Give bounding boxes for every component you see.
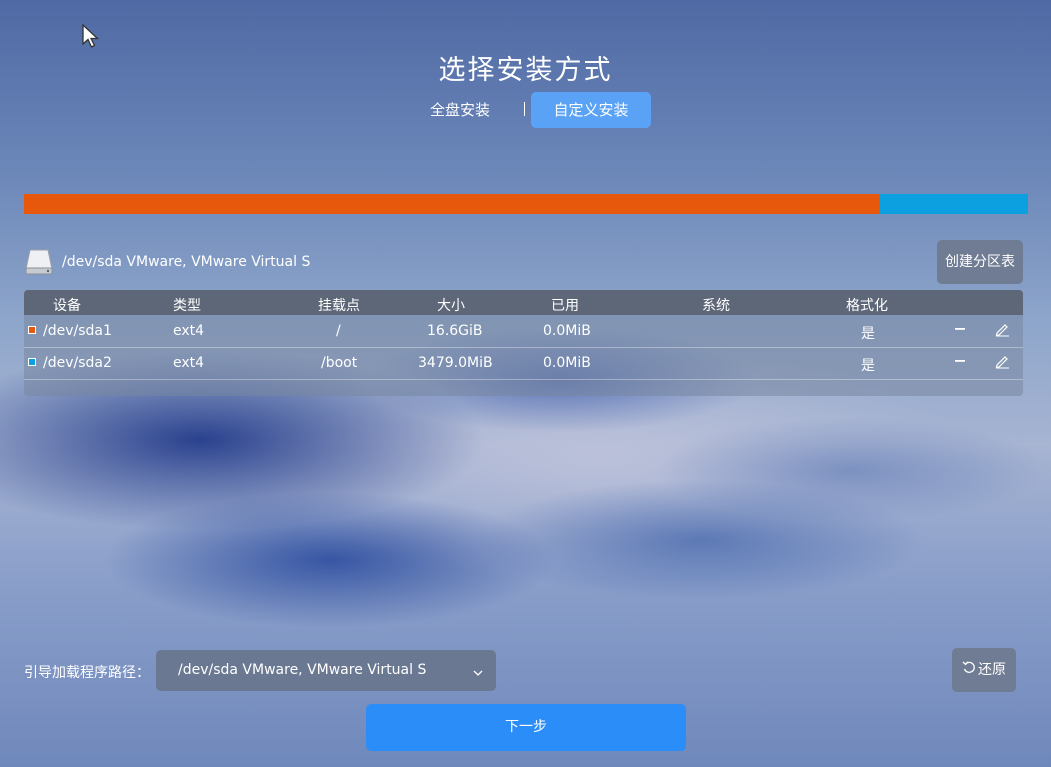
hard-disk-icon (24, 247, 54, 281)
cell-used: 0.0MiB (543, 323, 591, 339)
chevron-down-icon (472, 664, 484, 683)
bootloader-path-label: 引导加载程序路径： (24, 665, 150, 681)
create-partition-table-button[interactable]: 创建分区表 (937, 240, 1023, 284)
table-row[interactable]: /dev/sda2 ext4 /boot 3479.0MiB 0.0MiB 是 (24, 347, 1023, 380)
col-header-system: 系统 (702, 298, 730, 314)
bootloader-path-select[interactable]: /dev/sda VMware, VMware Virtual S (156, 650, 496, 691)
col-header-type: 类型 (173, 298, 201, 314)
cell-size: 3479.0MiB (418, 355, 493, 371)
usage-segment-sda2 (880, 194, 1028, 214)
cell-format: 是 (861, 326, 875, 342)
restore-button-label: 还原 (978, 662, 1006, 678)
cell-size: 16.6GiB (427, 323, 483, 339)
cell-device: /dev/sda1 (43, 323, 112, 339)
bootloader-path-value: /dev/sda VMware, VMware Virtual S (178, 662, 427, 678)
delete-partition-minus-icon[interactable] (952, 353, 968, 369)
cell-format: 是 (861, 358, 875, 374)
table-row[interactable]: /dev/sda1 ext4 / 16.6GiB 0.0MiB 是 (24, 315, 1023, 348)
col-header-device: 设备 (53, 298, 81, 314)
page-title: 选择安装方式 (438, 55, 613, 86)
next-step-button[interactable]: 下一步 (366, 704, 686, 751)
edit-partition-pencil-icon[interactable] (994, 353, 1010, 369)
table-header: 设备 类型 挂载点 大小 已用 系统 格式化 (24, 290, 1023, 315)
usage-segment-sda1 (24, 194, 881, 214)
cell-type: ext4 (173, 355, 205, 371)
delete-partition-minus-icon[interactable] (952, 321, 968, 337)
disk-usage-bar (24, 194, 1028, 214)
col-header-format: 格式化 (846, 298, 888, 314)
disk-label: /dev/sda VMware, VMware Virtual S (62, 254, 311, 270)
tab-divider (524, 102, 525, 116)
edit-partition-pencil-icon[interactable] (994, 321, 1010, 337)
partition-color-swatch (28, 358, 36, 366)
tab-custom-install[interactable]: 自定义安装 (531, 92, 651, 128)
col-header-size: 大小 (437, 298, 465, 314)
cell-used: 0.0MiB (543, 355, 591, 371)
cell-mount: /boot (321, 355, 358, 371)
cell-type: ext4 (173, 323, 205, 339)
partition-color-swatch (28, 326, 36, 334)
restore-button[interactable]: 还原 (952, 648, 1016, 692)
undo-icon (962, 648, 976, 692)
partition-table: 设备 类型 挂载点 大小 已用 系统 格式化 /dev/sda1 ext4 / … (24, 290, 1023, 396)
tab-full-disk-install[interactable]: 全盘安装 (414, 92, 506, 128)
col-header-used: 已用 (551, 298, 579, 314)
cell-mount: / (336, 323, 341, 339)
cell-device: /dev/sda2 (43, 355, 112, 371)
col-header-mount: 挂载点 (318, 298, 360, 314)
